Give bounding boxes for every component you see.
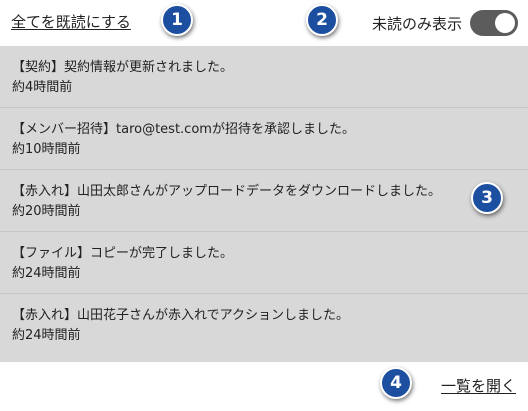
notification-list: 【契約】契約情報が更新されました。 約4時間前 【メンバー招待】taro@tes… [0, 46, 528, 362]
callout-badge-3: 3 [471, 182, 503, 214]
toggle-knob [495, 13, 515, 33]
unread-only-label: 未読のみ表示 [371, 14, 462, 33]
open-list-link[interactable]: 一覧を開く [441, 375, 516, 396]
notification-title: 【ファイル】コピーが完了しました。 [12, 246, 234, 261]
unread-only-toggle[interactable] [470, 10, 518, 36]
callout-badge-2: 2 [306, 4, 338, 36]
notification-time: 約24時間前 [12, 328, 81, 343]
notification-title: 【赤入れ】山田花子さんが赤入れでアクションしました。 [12, 308, 349, 323]
callout-badge-4: 4 [380, 367, 412, 399]
notification-title: 【赤入れ】山田太郎さんがアップロードデータをダウンロードしました。 [12, 184, 442, 199]
unread-only-control: 未読のみ表示 [372, 9, 518, 37]
callout-badge-1: 1 [161, 4, 193, 36]
notification-item[interactable]: 【赤入れ】山田花子さんが赤入れでアクションしました。 約24時間前 [0, 294, 528, 356]
notification-footer: 一覧を開く [0, 362, 528, 411]
notification-item[interactable]: 【契約】契約情報が更新されました。 約4時間前 [0, 46, 528, 108]
notification-time: 約4時間前 [12, 80, 73, 95]
notification-header: 全てを既読にする 未読のみ表示 [0, 0, 528, 46]
notification-item[interactable]: 【ファイル】コピーが完了しました。 約24時間前 [0, 232, 528, 294]
notification-time: 約10時間前 [12, 142, 81, 157]
mark-all-read-link[interactable]: 全てを既読にする [11, 11, 131, 32]
notification-title: 【契約】契約情報が更新されました。 [12, 60, 234, 75]
notification-title: 【メンバー招待】taro@test.comが招待を承認しました。 [12, 122, 355, 137]
notification-time: 約24時間前 [12, 266, 81, 281]
notification-item[interactable]: 【メンバー招待】taro@test.comが招待を承認しました。 約10時間前 [0, 108, 528, 170]
notification-time: 約20時間前 [12, 204, 81, 219]
notification-item[interactable]: 【赤入れ】山田太郎さんがアップロードデータをダウンロードしました。 約20時間前 [0, 170, 528, 232]
